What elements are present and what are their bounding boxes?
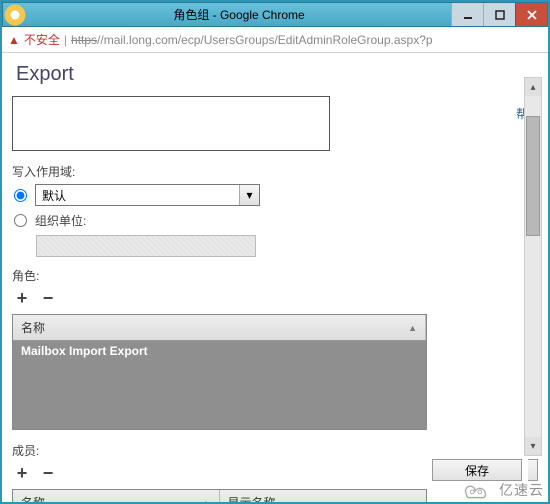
insecure-warning-icon: ▲: [8, 33, 20, 47]
roles-label: 角色:: [12, 267, 510, 284]
scroll-up-button[interactable]: ▴: [525, 78, 541, 96]
window-maximize-button[interactable]: [483, 3, 515, 26]
address-host: //mail.long.com: [97, 33, 178, 47]
sort-indicator-icon: ▲: [202, 498, 211, 503]
save-button[interactable]: 保存: [432, 459, 522, 481]
window-minimize-button[interactable]: [451, 3, 483, 26]
roles-add-button[interactable]: +: [12, 288, 32, 308]
app-icon: [3, 3, 27, 27]
scroll-track[interactable]: [525, 96, 541, 437]
scope-ou-input: [36, 235, 256, 257]
window-close-button[interactable]: [515, 3, 547, 26]
sort-indicator-icon: ▲: [408, 323, 417, 333]
members-grid: 名称 ▲ 显示名称 Dele Dele: [12, 489, 427, 502]
main-content: Export 写入作用域: 默认 ▾ 组织单位: 角色: + − 名称: [2, 53, 520, 502]
address-bar[interactable]: ▲ 不安全 | https //mail.long.com /ecp/Users…: [2, 27, 548, 53]
cloud-logo-icon: [457, 480, 495, 500]
roles-grid: 名称 ▲ Mailbox Import Export: [12, 314, 427, 430]
members-column-name[interactable]: 名称 ▲: [13, 490, 220, 502]
window-title: 角色组 - Google Chrome: [27, 6, 451, 23]
address-path: /ecp/UsersGroups/EditAdminRoleGroup.aspx…: [178, 33, 433, 47]
scope-ou-radio[interactable]: [14, 214, 27, 227]
address-separator: |: [64, 33, 67, 47]
chevron-down-icon: ▾: [239, 185, 259, 205]
scope-default-select[interactable]: 默认 ▾: [35, 184, 260, 206]
description-textarea[interactable]: [12, 96, 330, 151]
table-row[interactable]: Mailbox Import Export: [13, 341, 426, 361]
cancel-button-cut[interactable]: [528, 459, 538, 481]
scope-default-value: 默认: [42, 187, 66, 204]
scope-default-radio[interactable]: [14, 189, 27, 202]
window-titlebar: 角色组 - Google Chrome: [2, 2, 548, 27]
roles-grid-empty: [13, 361, 426, 429]
scroll-thumb[interactable]: [526, 116, 540, 236]
write-scope-label: 写入作用域:: [12, 163, 510, 180]
members-column-display[interactable]: 显示名称: [220, 490, 427, 502]
vertical-scrollbar[interactable]: ▴ ▾: [524, 77, 542, 456]
scope-ou-label: 组织单位:: [35, 212, 86, 229]
watermark: 亿速云: [457, 480, 544, 500]
address-scheme: https: [71, 33, 97, 47]
insecure-label: 不安全: [24, 31, 60, 48]
roles-column-name[interactable]: 名称 ▲: [13, 315, 426, 340]
watermark-text: 亿速云: [499, 480, 544, 500]
page-title: Export: [16, 63, 510, 86]
scroll-down-button[interactable]: ▾: [525, 437, 541, 455]
roles-remove-button[interactable]: −: [38, 288, 58, 308]
